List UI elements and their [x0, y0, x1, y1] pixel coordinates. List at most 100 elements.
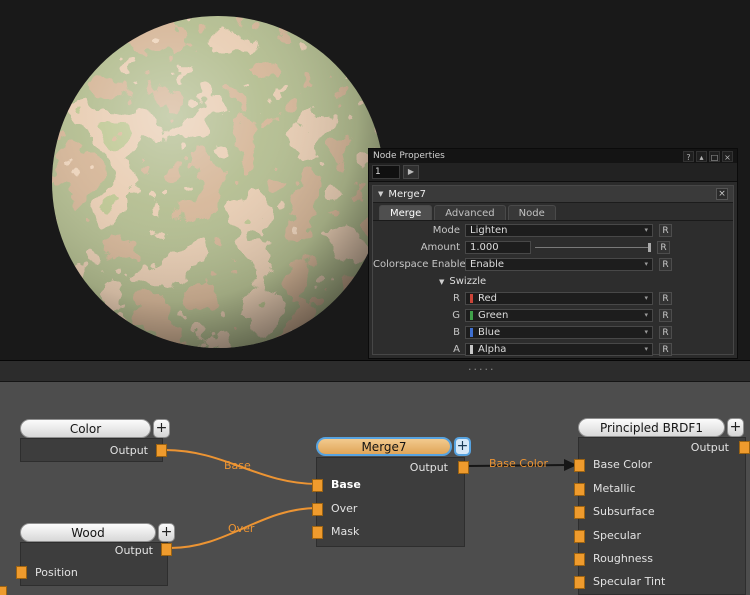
help-icon[interactable]: ? [683, 151, 694, 162]
node-section-close-icon[interactable]: × [716, 188, 728, 200]
alpha-channel-swatch [470, 345, 473, 354]
blue-channel-swatch [470, 328, 473, 337]
slider-thumb[interactable] [648, 243, 651, 252]
brdf-input-base-color-label: Base Color [593, 458, 652, 471]
merge-output-label: Output [410, 461, 448, 474]
chevron-down-icon: ▾ [644, 345, 648, 353]
tab-node[interactable]: Node [508, 205, 556, 220]
brdf-input-roughness-label: Roughness [593, 552, 653, 565]
collapse-icon[interactable]: ▼ [378, 190, 383, 198]
mode-dropdown[interactable]: Lighten ▾ [465, 224, 653, 237]
node-wood-add-button[interactable]: + [158, 523, 175, 542]
follow-selection-button[interactable]: ▶ [403, 165, 419, 179]
splitter-handle[interactable]: ····· [468, 363, 495, 376]
merge-input-over-label: Over [331, 502, 357, 515]
colorspace-dropdown[interactable]: Enable ▾ [465, 258, 653, 271]
swizzle-b-dropdown[interactable]: Blue ▾ [465, 326, 653, 339]
colorspace-label: Colorspace Enabled [373, 259, 465, 270]
brdf-specular-connector[interactable] [574, 530, 585, 543]
node-wood-header[interactable]: Wood [20, 523, 156, 542]
brdf-metallic-connector[interactable] [574, 483, 585, 496]
merge-base-connector[interactable] [312, 479, 323, 492]
collapse-icon[interactable]: ▼ [439, 278, 444, 286]
material-preview-sphere [50, 14, 386, 350]
swizzle-g-label: G [373, 310, 465, 321]
param-row-mode: Mode Lighten ▾ R [373, 222, 733, 238]
param-row-amount: Amount 1.000 R [373, 239, 733, 255]
chevron-down-icon: ▾ [644, 226, 648, 234]
amount-slider[interactable] [535, 241, 651, 254]
merge-output-connector[interactable] [458, 461, 469, 474]
node-merge-header[interactable]: Merge7 [316, 437, 452, 456]
brdf-base-color-connector[interactable] [574, 459, 585, 472]
amount-input[interactable]: 1.000 [465, 241, 531, 254]
param-row-colorspace: Colorspace Enabled Enable ▾ R [373, 256, 733, 272]
brdf-roughness-connector[interactable] [574, 553, 585, 566]
merge-node-properties-box: ▼ Merge7 × Merge Advanced Node Mode Ligh… [372, 185, 734, 355]
brdf-specular-tint-connector[interactable] [574, 576, 585, 589]
mode-reset-button[interactable]: R [659, 224, 672, 237]
node-brdf-body[interactable]: Output Base Color Metallic Subsurface Sp… [578, 437, 746, 595]
node-section-header[interactable]: ▼ Merge7 × [373, 186, 733, 203]
brdf-input-specular-label: Specular [593, 529, 641, 542]
node-brdf-header[interactable]: Principled BRDF1 [578, 418, 725, 437]
close-icon[interactable]: × [722, 151, 733, 162]
node-section-title: Merge7 [388, 189, 426, 200]
pin-icon[interactable]: ▴ [696, 151, 707, 162]
merge-mask-connector[interactable] [312, 526, 323, 539]
float-window-icon[interactable]: □ [709, 151, 720, 162]
tab-merge[interactable]: Merge [379, 205, 432, 220]
swizzle-a-reset-button[interactable]: R [659, 343, 672, 356]
swizzle-a-label: A [373, 344, 465, 355]
swizzle-g-reset-button[interactable]: R [659, 309, 672, 322]
properties-tabs: Merge Advanced Node [373, 203, 733, 221]
wood-position-connector[interactable] [16, 566, 27, 579]
wire-label-over: Over [228, 522, 254, 535]
swizzle-b-value: Blue [478, 327, 500, 338]
amount-reset-button[interactable]: R [657, 241, 670, 254]
wood-output-connector[interactable] [161, 543, 172, 556]
brdf-subsurface-connector[interactable] [574, 506, 585, 519]
node-merge-add-button[interactable]: + [454, 437, 471, 456]
node-merge-body[interactable]: Output Base Over Mask [316, 457, 465, 547]
swizzle-g-value: Green [478, 310, 508, 321]
selection-count-input[interactable] [372, 165, 400, 179]
colorspace-value: Enable [470, 259, 504, 270]
node-color-body[interactable]: Output [20, 438, 163, 462]
swizzle-b-reset-button[interactable]: R [659, 326, 672, 339]
slider-track [535, 247, 651, 248]
colorspace-reset-button[interactable]: R [659, 258, 672, 271]
swizzle-r-reset-button[interactable]: R [659, 292, 672, 305]
merge-over-connector[interactable] [312, 503, 323, 516]
node-color-header[interactable]: Color [20, 419, 151, 438]
panel-title: Node Properties [373, 151, 681, 161]
swizzle-b-label: B [373, 327, 465, 338]
color-output-connector[interactable] [156, 444, 167, 457]
swizzle-g-dropdown[interactable]: Green ▾ [465, 309, 653, 322]
amount-label: Amount [373, 242, 465, 253]
brdf-input-subsurface-label: Subsurface [593, 505, 655, 518]
node-brdf-add-button[interactable]: + [727, 418, 744, 437]
brdf-input-metallic-label: Metallic [593, 482, 636, 495]
swizzle-section-header[interactable]: ▼ Swizzle [373, 274, 733, 289]
brdf-output-label: Output [691, 441, 729, 454]
param-row-swizzle-a: A Alpha ▾ R [373, 341, 733, 357]
brdf-input-specular-tint-label: Specular Tint [593, 575, 665, 588]
amount-value: 1.000 [470, 242, 499, 253]
node-color-add-button[interactable]: + [153, 419, 170, 438]
wire-label-base-color: Base Color [489, 457, 548, 470]
chevron-down-icon: ▾ [644, 260, 648, 268]
app-window: ····· Base Over Base Color Color + Outpu… [0, 0, 750, 595]
tab-advanced[interactable]: Advanced [434, 205, 505, 220]
panel-titlebar[interactable]: Node Properties ? ▴ □ × [369, 149, 737, 163]
swizzle-a-value: Alpha [478, 344, 506, 355]
offscreen-node-connector[interactable] [0, 586, 7, 595]
swizzle-r-value: Red [478, 293, 497, 304]
brdf-output-connector[interactable] [739, 441, 750, 454]
swizzle-title: Swizzle [449, 276, 486, 287]
swizzle-a-dropdown[interactable]: Alpha ▾ [465, 343, 653, 356]
pane-splitter[interactable]: ····· [0, 360, 750, 382]
node-wood-body[interactable]: Output Position [20, 542, 168, 586]
swizzle-r-dropdown[interactable]: Red ▾ [465, 292, 653, 305]
mode-label: Mode [373, 225, 465, 236]
